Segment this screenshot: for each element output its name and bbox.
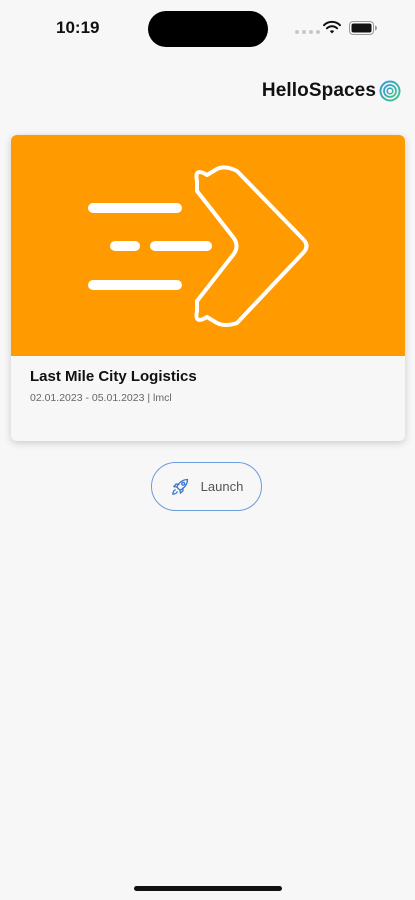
status-bar: 10:19 (0, 0, 415, 58)
launch-button[interactable]: Launch (151, 462, 262, 511)
launch-label: Launch (200, 479, 244, 494)
rocket-icon (171, 478, 188, 495)
space-meta: 02.01.2023 - 05.01.2023 | lmcl (30, 392, 172, 404)
brand-name: HelloSpaces (261, 80, 376, 101)
cellular-signal-icon (295, 30, 320, 34)
home-indicator[interactable] (134, 886, 282, 891)
status-time: 10:19 (56, 18, 100, 37)
hellospaces-logo-icon (379, 80, 401, 102)
app-screen: 10:19 HelloSpaces Last Mile City Logisti… (0, 0, 415, 900)
space-card-image (11, 135, 405, 356)
space-card[interactable]: Last Mile City Logistics 02.01.2023 - 05… (11, 135, 405, 441)
battery-icon (349, 21, 377, 35)
space-title: Last Mile City Logistics (30, 368, 197, 385)
wifi-icon (323, 20, 341, 34)
brand-header: HelloSpaces (262, 80, 401, 102)
dynamic-island (148, 11, 268, 47)
